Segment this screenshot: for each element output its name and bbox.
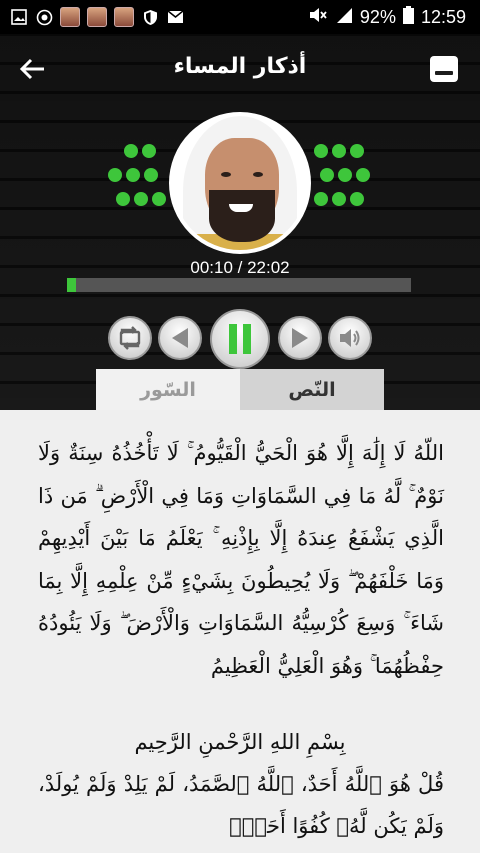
shield-icon <box>141 8 159 26</box>
pause-icon <box>229 324 251 354</box>
avatar <box>87 7 107 27</box>
mail-icon <box>166 8 184 26</box>
mute-icon <box>308 6 328 29</box>
system-icons: 92% 12:59 <box>308 6 466 29</box>
avatar <box>114 7 134 27</box>
tab-text[interactable]: النّص <box>240 369 384 410</box>
next-icon <box>292 328 308 348</box>
media-icon <box>35 8 53 26</box>
ayat-al-kursi: اللّهُ لَا إِلَٰهَ إِلَّا هُوَ الْحَيُّ … <box>38 441 444 678</box>
player-panel: أذكار المساء 00:10 / 22:02 السّور النّص <box>0 34 480 410</box>
signal-icon <box>335 6 353 29</box>
repeat-icon <box>119 326 141 350</box>
battery-icon <box>402 6 414 29</box>
volume-button[interactable] <box>328 316 372 360</box>
avatar <box>60 7 80 27</box>
app-bar: أذكار المساء <box>0 34 480 104</box>
next-button[interactable] <box>278 316 322 360</box>
battery-percent: 92% <box>359 7 396 27</box>
reciter-avatar <box>169 112 311 254</box>
notification-icons <box>10 7 184 27</box>
repeat-button[interactable] <box>108 316 152 360</box>
content-tabs: السّور النّص <box>96 369 384 410</box>
tab-surahs[interactable]: السّور <box>96 369 240 410</box>
progress-bar[interactable] <box>67 278 411 292</box>
page-title: أذكار المساء <box>173 54 307 79</box>
playback-controls <box>0 309 480 369</box>
clock: 12:59 <box>420 7 466 27</box>
status-bar: 92% 12:59 <box>0 0 480 34</box>
text-panel[interactable]: اللّهُ لَا إِلَٰهَ إِلَّا هُوَ الْحَيُّ … <box>0 410 480 853</box>
previous-icon <box>172 328 188 348</box>
time-display: 00:10 / 22:02 <box>190 258 290 277</box>
image-icon <box>10 8 28 26</box>
previous-button[interactable] <box>158 316 202 360</box>
volume-icon <box>340 329 360 347</box>
basmala: بِسْمِ اللهِ الرَّحْمنِ الرَّحِيم <box>134 730 346 754</box>
surah-al-ikhlas: قُلْ هُوَ ٱللَّهُ أَحَدٌ، ٱللَّهُ ٱلصَّم… <box>38 772 444 838</box>
progress-fill <box>67 278 76 292</box>
pause-button[interactable] <box>210 309 270 369</box>
minus-square-icon[interactable] <box>430 56 458 82</box>
